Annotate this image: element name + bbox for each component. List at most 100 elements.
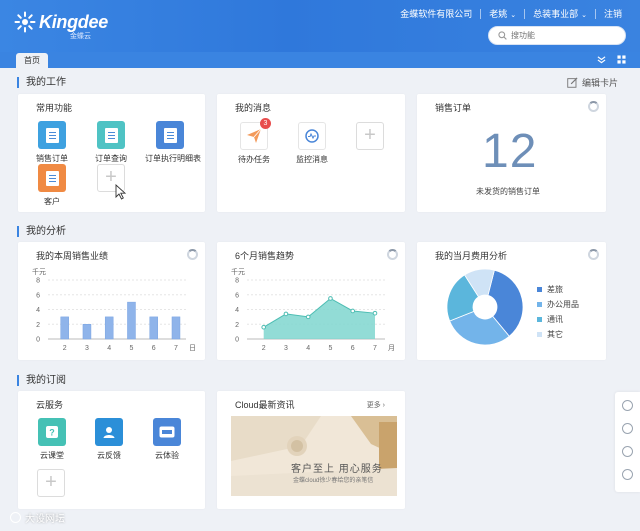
- func-customer[interactable]: 客户: [27, 164, 77, 207]
- cloud-services-card: 云服务 ? 云课堂 云反馈 云体验 +: [18, 391, 205, 509]
- message-label: 监控消息: [296, 155, 328, 164]
- logout-link[interactable]: 注销: [596, 7, 630, 20]
- customer-icon: [38, 164, 66, 192]
- top-links: 金蝶软件有限公司 老姚 ⌄ 总装事业部 ⌄ 注销: [392, 7, 630, 20]
- six-month-area-chart: 千元 0 2 4 6 8 2 3 4 5 6 7 月: [231, 267, 395, 352]
- data-point: [283, 311, 289, 317]
- legend-item: 其它: [537, 329, 579, 340]
- legend-swatch: [537, 302, 542, 307]
- bar: [149, 316, 158, 340]
- y-tick-label: 6: [235, 292, 239, 299]
- watermark-logo-icon: [10, 512, 21, 523]
- legend-label: 办公用品: [547, 300, 579, 309]
- card-title: 销售订单: [435, 103, 472, 113]
- x-tick-label: 5: [130, 345, 134, 352]
- y-axis-unit: 千元: [32, 267, 46, 276]
- func-sales-order[interactable]: 销售订单: [27, 121, 77, 164]
- chevron-down-icon: ⌄: [581, 12, 587, 19]
- func-order-query[interactable]: 订单查询: [86, 121, 136, 164]
- user-menu[interactable]: 老姚 ⌄: [481, 7, 524, 20]
- bar: [104, 316, 114, 340]
- search-icon: [498, 31, 507, 40]
- legend-label: 其它: [547, 330, 563, 339]
- message-monitor[interactable]: 监控消息: [287, 122, 337, 165]
- paper-plane-icon: 3: [240, 118, 271, 150]
- messages-card: 我的消息 3 待办任务 监控消息 +: [217, 94, 405, 212]
- monitor-icon: [298, 122, 326, 150]
- department-name: 总装事业部: [533, 9, 579, 19]
- x-tick-label: 4: [306, 345, 310, 352]
- series-area: [263, 298, 375, 339]
- legend-label: 通讯: [547, 315, 563, 324]
- common-functions-card: 常用功能 销售订单 订单查询 订单执行明细表 客户 +: [18, 94, 205, 212]
- card-title: 我的消息: [235, 103, 272, 113]
- tab-home[interactable]: 首页: [16, 53, 48, 69]
- y-tick-label: 0: [235, 337, 239, 344]
- legend-item: 通讯: [537, 314, 579, 325]
- data-point: [261, 324, 266, 330]
- section-title-subscriptions: 我的订阅: [17, 375, 66, 386]
- y-tick-label: 4: [235, 307, 239, 314]
- weekly-sales-card: 我的本周销售业绩 千元 0 2 4 6 8 2 3 4 5 6 7 日: [18, 242, 205, 360]
- add-message-button[interactable]: +: [356, 122, 384, 150]
- news-subline: 金蝶cloud徐少春给您的亲笔信: [293, 478, 374, 484]
- edit-card-button[interactable]: 编辑卡片: [567, 76, 618, 89]
- card-title: Cloud最新资讯: [235, 400, 295, 410]
- bar: [171, 316, 181, 340]
- user-icon: [95, 418, 123, 446]
- bar: [82, 324, 92, 340]
- x-tick-label: 5: [329, 345, 333, 352]
- cloud-icon[interactable]: [622, 400, 633, 411]
- chevron-down-icon: ⌄: [510, 12, 517, 19]
- company-name[interactable]: 金蝶软件有限公司: [392, 7, 480, 20]
- add-cloud-service-button[interactable]: +: [37, 469, 65, 497]
- refresh-icon[interactable]: [588, 101, 599, 112]
- data-point: [305, 314, 311, 320]
- news-headline: 客户至上 用心服务: [291, 464, 383, 475]
- card-title: 云服务: [36, 400, 64, 410]
- func-order-detail-report[interactable]: 订单执行明细表: [145, 121, 201, 164]
- y-tick-label: 8: [36, 278, 40, 285]
- edit-card-label: 编辑卡片: [581, 78, 618, 88]
- search-box[interactable]: [488, 26, 626, 45]
- sales-order-icon: [38, 121, 66, 149]
- bar: [60, 316, 69, 340]
- legend-item: 办公用品: [537, 299, 579, 310]
- legend-swatch: [537, 332, 542, 337]
- bar: [127, 301, 136, 340]
- database-icon[interactable]: [622, 446, 633, 457]
- x-tick-label: 3: [85, 345, 89, 352]
- section-title-work: 我的工作: [17, 77, 66, 88]
- section-title-analysis: 我的分析: [17, 226, 66, 237]
- kingdee-logo[interactable]: Kingdee 金蝶云: [14, 11, 108, 40]
- gear-icon[interactable]: [622, 423, 633, 434]
- cloud-label: 云反馈: [97, 451, 121, 460]
- cloud-experience[interactable]: 云体验: [142, 418, 192, 461]
- news-banner-image[interactable]: 客户至上 用心服务 金蝶cloud徐少春给您的亲笔信: [231, 416, 397, 496]
- cloud-label: 云课堂: [40, 451, 64, 460]
- more-news-link[interactable]: 更多 ›: [367, 400, 385, 410]
- todo-count-badge: 3: [260, 118, 271, 129]
- department-menu[interactable]: 总装事业部 ⌄: [525, 7, 595, 20]
- expense-legend: 差旅办公用品通讯其它: [537, 284, 579, 344]
- tab-bar-tools: [597, 55, 626, 66]
- y-tick-label: 2: [36, 322, 40, 329]
- collapse-icon[interactable]: [597, 55, 606, 66]
- data-point: [328, 296, 333, 301]
- question-icon: ?: [38, 418, 66, 446]
- help-icon[interactable]: [622, 469, 633, 480]
- cloud-classroom[interactable]: ? 云课堂: [27, 418, 77, 461]
- legend-label: 差旅: [547, 285, 563, 294]
- grid-layout-icon[interactable]: [617, 55, 626, 66]
- y-tick-label: 2: [235, 322, 239, 329]
- floating-toolbar: [615, 392, 640, 492]
- func-label: 订单查询: [95, 154, 127, 163]
- legend-swatch: [537, 317, 542, 322]
- search-input[interactable]: [511, 31, 611, 40]
- weekly-sales-bar-chart: 千元 0 2 4 6 8 2 3 4 5 6 7 日: [32, 267, 196, 352]
- cloud-feedback[interactable]: 云反馈: [84, 418, 134, 461]
- message-todo[interactable]: 3 待办任务: [229, 118, 279, 165]
- watermark-text: 大设网坛: [25, 514, 65, 525]
- y-axis-unit: 千元: [231, 267, 245, 276]
- data-point: [372, 310, 378, 316]
